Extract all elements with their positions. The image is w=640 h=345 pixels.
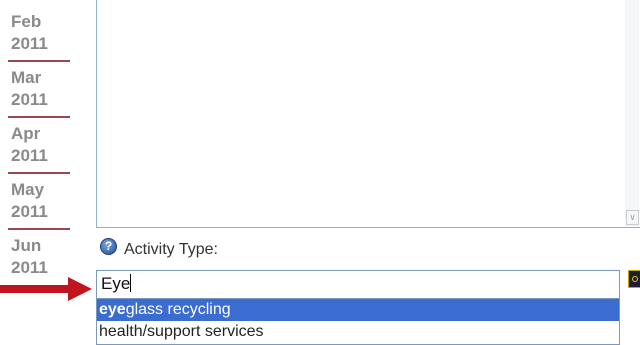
suggestion-health-support-services[interactable]: health/support services (97, 321, 619, 343)
month-name: May (11, 180, 45, 199)
scroll-down-icon[interactable]: ∨ (626, 210, 639, 225)
description-textarea[interactable]: ∨ (96, 0, 640, 228)
month-item-may-2011[interactable]: May 2011 (8, 172, 70, 222)
month-name: Feb (11, 12, 42, 31)
month-item-mar-2011[interactable]: Mar 2011 (8, 60, 70, 110)
suggestion-match: eye (99, 301, 126, 318)
suggestion-rest: health/support services (99, 323, 264, 340)
right-arrow-icon (0, 277, 92, 301)
month-year: 2011 (11, 146, 48, 165)
month-item-feb-2011[interactable]: Feb 2011 (8, 0, 70, 53)
text-caret (130, 274, 132, 292)
month-name: Apr (11, 124, 41, 143)
activity-type-input[interactable]: Eye (96, 270, 620, 299)
input-value: Eye (101, 274, 131, 293)
month-name: Jun (11, 236, 42, 255)
suggestion-eyeglass-recycling[interactable]: eyeglass recycling (97, 299, 619, 321)
question-circle-icon[interactable]: ? (100, 238, 117, 255)
month-name: Mar (11, 68, 42, 87)
suggestion-rest: glass recycling (125, 301, 231, 318)
month-year: 2011 (11, 34, 48, 53)
activity-type-label: Activity Type: (124, 241, 218, 258)
autocomplete-list: eyeglass recycling health/support servic… (96, 299, 620, 345)
search-icon[interactable] (628, 270, 640, 288)
month-year: 2011 (11, 202, 48, 221)
month-item-apr-2011[interactable]: Apr 2011 (8, 116, 70, 166)
textarea-scrollbar[interactable] (625, 0, 639, 227)
month-item-jun-2011[interactable]: Jun 2011 (8, 228, 70, 278)
month-year: 2011 (11, 90, 48, 109)
